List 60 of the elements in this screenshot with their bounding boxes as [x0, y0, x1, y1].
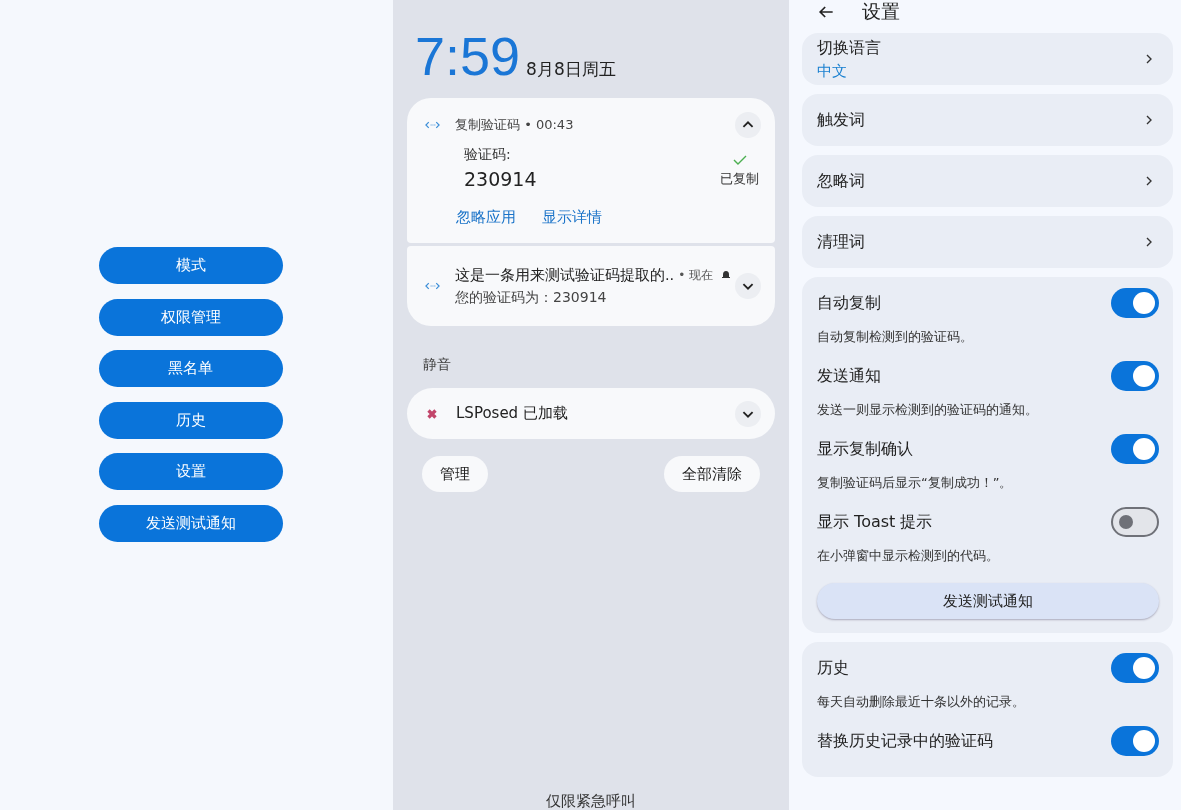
notification-text: 您的验证码为：230914 — [455, 288, 608, 307]
setting-label: 替换历史记录中的验证码 — [817, 730, 993, 752]
check-icon — [731, 154, 748, 166]
setting-description: 复制验证码后显示“复制成功！”。 — [817, 474, 1014, 492]
item-label: 忽略词 — [817, 170, 866, 192]
notification-action[interactable]: 忽略应用 — [456, 208, 516, 227]
toggle-switch[interactable] — [1111, 507, 1159, 537]
menu-button[interactable]: 黑名单 — [98, 350, 283, 387]
settings-item[interactable]: 忽略词 — [802, 155, 1173, 207]
settings-item[interactable]: 切换语言 中文 — [802, 33, 1173, 85]
notification-card[interactable]: 这是一条用来测试验证码提取的.. • 现在 您的验证码为：230914 — [407, 246, 775, 326]
menu-button[interactable]: 权限管理 — [98, 298, 283, 336]
menu-button[interactable]: 设置 — [98, 453, 283, 490]
setting-label: 显示 Toast 提示 — [817, 511, 933, 533]
notification-button[interactable]: 全部清除 — [664, 456, 760, 492]
menu-button[interactable]: 发送测试通知 — [98, 504, 283, 542]
menu-button[interactable]: 历史 — [98, 401, 283, 439]
section-header: 静音 — [423, 356, 452, 374]
collapse-icon[interactable] — [735, 112, 761, 138]
setting-description: 每天自动删除最近十条以外的记录。 — [817, 693, 1026, 711]
toggle-switch[interactable] — [1111, 726, 1159, 756]
expand-icon[interactable] — [735, 273, 761, 299]
toggle-switch[interactable] — [1111, 434, 1159, 464]
copied-status: 已复制 — [720, 170, 759, 188]
toggle-switch[interactable] — [1111, 653, 1159, 683]
item-label: 清理词 — [817, 231, 866, 253]
notification-button[interactable]: 管理 — [422, 456, 488, 492]
clock-date: 8月8日周五 — [526, 58, 616, 81]
setting-description: 自动复制检测到的验证码。 — [817, 328, 974, 346]
item-value: 中文 — [817, 61, 848, 81]
code-value: 230914 — [464, 168, 537, 190]
page-title: 设置 — [862, 0, 900, 24]
notification-card[interactable]: 复制验证码 • 00:43 验证码: 230914 已复制 忽略应用 显示详情 — [407, 98, 775, 243]
toggle-switch[interactable] — [1111, 288, 1159, 318]
setting-description: 发送一则显示检测到的验证码的通知。 — [817, 401, 1039, 419]
notification-card[interactable]: LSPosed 已加载 — [407, 388, 775, 439]
notification-title: 这是一条用来测试验证码提取的.. — [455, 265, 675, 285]
menu-button[interactable]: 模式 — [98, 247, 283, 284]
emergency-text: 仅限紧急呼叫 — [546, 792, 636, 810]
notification-time: • 现在 — [678, 266, 714, 284]
bell-icon — [721, 270, 732, 280]
app-icon — [425, 282, 440, 290]
setting-label: 自动复制 — [817, 292, 881, 314]
settings-item[interactable]: 清理词 — [802, 216, 1173, 268]
test-button[interactable]: 发送测试通知 — [817, 583, 1159, 619]
clock-time: 7:59 — [415, 26, 521, 86]
notification-action[interactable]: 显示详情 — [542, 208, 602, 227]
toggle-switch[interactable] — [1111, 361, 1159, 391]
setting-label: 显示复制确认 — [817, 438, 913, 460]
setting-label: 历史 — [817, 657, 849, 679]
setting-label: 发送通知 — [817, 365, 881, 387]
settings-item[interactable]: 触发词 — [802, 94, 1173, 146]
setting-description: 在小弹窗中显示检测到的代码。 — [817, 547, 1000, 565]
notification-title: LSPosed 已加载 — [456, 404, 569, 423]
item-label: 触发词 — [817, 109, 866, 131]
code-label: 验证码: — [464, 146, 512, 164]
notification-app: 复制验证码 • 00:43 — [455, 116, 575, 134]
item-label: 切换语言 — [817, 37, 882, 59]
app-icon — [425, 121, 440, 129]
expand-icon[interactable] — [735, 400, 761, 427]
